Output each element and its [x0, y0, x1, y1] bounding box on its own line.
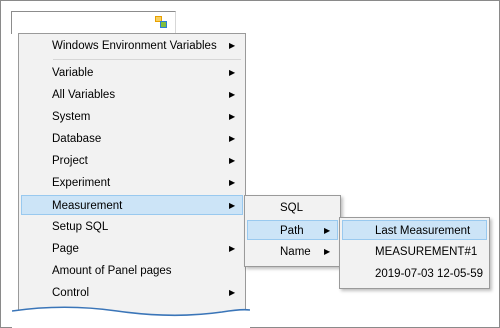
menu-item-label: System — [52, 111, 91, 123]
menu-item-project[interactable]: Project ▶ — [21, 151, 243, 171]
menu-item-label: Amount of Panel pages — [52, 265, 172, 277]
menu-item-control[interactable]: Control ▶ — [21, 283, 243, 303]
menu-item-system[interactable]: System ▶ — [21, 107, 243, 127]
menu-item-amount-of-panel-pages[interactable]: Amount of Panel pages — [21, 261, 243, 281]
menu-item-label: Project — [52, 155, 88, 167]
menu-item-label: Experiment — [52, 177, 111, 189]
menu-item-measurement-1[interactable]: MEASUREMENT#1 — [342, 242, 487, 262]
submenu-arrow-icon: ▶ — [324, 226, 331, 235]
context-menu: Windows Environment Variables ▶ Variable… — [18, 33, 246, 324]
submenu-arrow-icon: ▶ — [229, 244, 236, 253]
menu-item-label: Path — [280, 225, 304, 237]
submenu-arrow-icon: ▶ — [229, 288, 236, 297]
menu-item-label: All Variables — [52, 89, 116, 101]
menu-item-last-measurement[interactable]: Last Measurement — [342, 220, 487, 240]
menu-item-label: SQL — [280, 202, 304, 214]
submenu-arrow-icon: ▶ — [229, 201, 236, 210]
menu-item-label: Name — [280, 246, 311, 258]
menu-item-label: Windows Environment Variables — [52, 40, 217, 52]
submenu-arrow-icon: ▶ — [229, 178, 236, 187]
submenu-arrow-icon: ▶ — [229, 134, 236, 143]
menu-item-setup-sql[interactable]: Setup SQL — [21, 217, 243, 237]
measurement-submenu: SQL Path ▶ Name ▶ — [244, 195, 341, 267]
menu-item-label: Setup SQL — [52, 221, 109, 233]
menu-item-label: Control — [52, 287, 90, 299]
submenu-arrow-icon: ▶ — [229, 112, 236, 121]
menu-item-variable[interactable]: Variable ▶ — [21, 63, 243, 83]
menu-item-windows-environment-variables[interactable]: Windows Environment Variables ▶ — [21, 36, 243, 56]
path-submenu: Last Measurement MEASUREMENT#1 2019-07-0… — [339, 217, 490, 289]
menu-item-measurement[interactable]: Measurement ▶ — [21, 195, 243, 215]
menu-item-name[interactable]: Name ▶ — [247, 242, 338, 262]
variable-picker-icon[interactable] — [155, 16, 167, 28]
menu-item-measurement-timestamp[interactable]: 2019-07-03 12-05-59 — [342, 264, 487, 284]
menu-item-label: Page — [52, 243, 79, 255]
menu-item-experiment[interactable]: Experiment ▶ — [21, 173, 243, 193]
menu-item-database[interactable]: Database ▶ — [21, 129, 243, 149]
submenu-arrow-icon: ▶ — [229, 41, 236, 50]
submenu-arrow-icon: ▶ — [324, 247, 331, 256]
menu-item-label: 2019-07-03 12-05-59 — [375, 268, 484, 280]
menu-item-label: MEASUREMENT#1 — [375, 246, 478, 258]
menu-item-label: Variable — [52, 67, 94, 79]
menu-item-label: Database — [52, 133, 102, 145]
menu-item-page[interactable]: Page ▶ — [21, 239, 243, 259]
submenu-arrow-icon: ▶ — [229, 156, 236, 165]
menu-separator — [53, 59, 241, 60]
submenu-arrow-icon: ▶ — [229, 68, 236, 77]
menu-item-label: Measurement — [52, 200, 123, 212]
variable-picker-field[interactable] — [11, 11, 176, 34]
menu-item-label: Last Measurement — [375, 225, 471, 237]
torn-edge-decoration — [12, 306, 250, 328]
submenu-arrow-icon: ▶ — [229, 90, 236, 99]
menu-item-sql[interactable]: SQL — [247, 198, 338, 218]
menu-item-all-variables[interactable]: All Variables ▶ — [21, 85, 243, 105]
menu-item-path[interactable]: Path ▶ — [247, 220, 338, 240]
